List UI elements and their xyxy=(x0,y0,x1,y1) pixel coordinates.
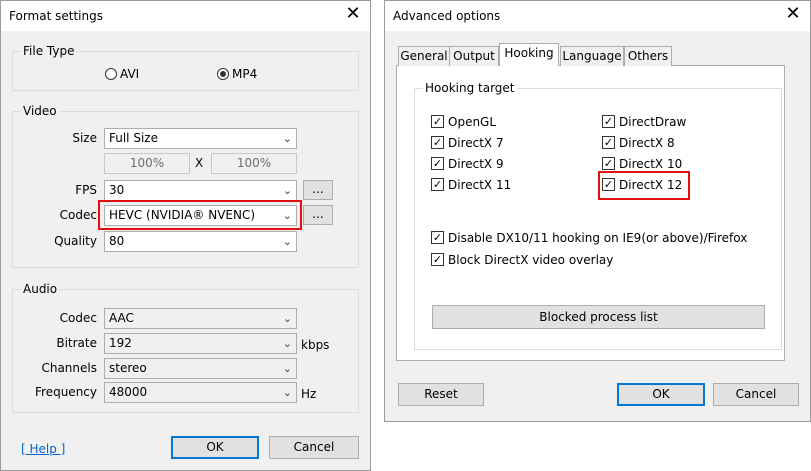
chevron-down-icon: ⌄ xyxy=(282,386,292,399)
avi-label: AVI xyxy=(120,67,140,81)
help-link[interactable]: [ Help ] xyxy=(21,442,65,456)
block-overlay-checkbox[interactable]: ✓ xyxy=(431,253,444,266)
fps-value: 30 xyxy=(109,183,125,197)
avi-radio[interactable] xyxy=(105,68,117,80)
chevron-down-icon: ⌄ xyxy=(282,337,292,350)
frequency-label: Frequency xyxy=(35,385,97,399)
channels-value: stereo xyxy=(109,361,147,375)
directx7-label: DirectX 7 xyxy=(448,136,504,150)
tab-output[interactable]: Output xyxy=(449,46,499,66)
tab-hooking[interactable]: Hooking xyxy=(499,43,559,66)
audio-codec-value: AAC xyxy=(109,311,134,325)
channels-select[interactable]: stereo ⌄ xyxy=(104,358,297,379)
directx8-label: DirectX 8 xyxy=(619,136,675,150)
window-title: Format settings xyxy=(9,9,103,23)
channels-label: Channels xyxy=(41,361,97,375)
fps-label: FPS xyxy=(75,183,97,197)
directx11-checkbox[interactable]: ✓ xyxy=(431,178,444,191)
bitrate-label: Bitrate xyxy=(56,336,97,350)
mp4-label: MP4 xyxy=(232,67,258,81)
tab-language[interactable]: Language xyxy=(560,46,624,66)
directx8-checkbox[interactable]: ✓ xyxy=(602,136,615,149)
width-percent-field: 100% xyxy=(104,153,190,174)
title-bar: Format settings ✕ xyxy=(1,1,370,31)
codec-more-button[interactable]: ... xyxy=(303,205,333,225)
frequency-value: 48000 xyxy=(109,385,148,399)
mp4-radio[interactable] xyxy=(217,68,229,80)
window-title: Advanced options xyxy=(393,9,501,23)
ok-button[interactable]: OK xyxy=(171,436,259,459)
directx10-label: DirectX 10 xyxy=(619,157,683,171)
directx10-checkbox[interactable]: ✓ xyxy=(602,157,615,170)
quality-value: 80 xyxy=(109,234,125,248)
blocked-process-list-button[interactable]: Blocked process list xyxy=(432,305,765,329)
directx9-checkbox[interactable]: ✓ xyxy=(431,157,444,170)
hooking-target-legend: Hooking target xyxy=(423,81,517,95)
video-legend: Video xyxy=(21,104,59,118)
tab-others[interactable]: Others xyxy=(624,46,672,66)
reset-button[interactable]: Reset xyxy=(398,383,484,406)
audio-group: Audio Codec AAC ⌄ Bitrate 192 ⌄ kbps Cha… xyxy=(12,282,359,413)
tab-general[interactable]: General xyxy=(398,46,450,66)
quality-label: Quality xyxy=(54,234,97,248)
directx9-label: DirectX 9 xyxy=(448,157,504,171)
chevron-down-icon: ⌄ xyxy=(282,132,292,145)
video-group: Video Size Full Size ⌄ 100% X 100% FPS 3… xyxy=(12,104,359,268)
directx12-highlight-box xyxy=(598,171,690,200)
chevron-down-icon: ⌄ xyxy=(282,312,292,325)
close-icon[interactable]: ✕ xyxy=(344,5,362,23)
size-value: Full Size xyxy=(109,131,158,145)
fps-select[interactable]: 30 ⌄ xyxy=(104,180,297,201)
directdraw-label: DirectDraw xyxy=(619,115,687,129)
opengl-checkbox[interactable]: ✓ xyxy=(431,115,444,128)
title-bar: Advanced options ✕ xyxy=(385,1,810,31)
directx11-label: DirectX 11 xyxy=(448,178,512,192)
codec-label: Codec xyxy=(59,208,97,222)
quality-select[interactable]: 80 ⌄ xyxy=(104,231,297,252)
advanced-options-window: Advanced options ✕ General Output Hookin… xyxy=(384,0,811,422)
bitrate-value: 192 xyxy=(109,336,132,350)
radio-dot xyxy=(220,71,226,77)
audio-codec-select[interactable]: AAC ⌄ xyxy=(104,308,297,329)
chevron-down-icon: ⌄ xyxy=(282,362,292,375)
ok-button[interactable]: OK xyxy=(617,383,705,406)
disable-dx-hooking-label: Disable DX10/11 hooking on IE9(or above)… xyxy=(448,231,748,245)
chevron-down-icon: ⌄ xyxy=(282,184,292,197)
codec-highlight-box xyxy=(98,200,302,230)
opengl-label: OpenGL xyxy=(448,115,497,129)
bitrate-select[interactable]: 192 ⌄ xyxy=(104,333,297,354)
audio-legend: Audio xyxy=(21,282,60,296)
bitrate-unit: kbps xyxy=(301,338,330,352)
cancel-button[interactable]: Cancel xyxy=(269,436,359,459)
close-icon[interactable]: ✕ xyxy=(784,5,802,23)
frequency-select[interactable]: 48000 ⌄ xyxy=(104,382,297,403)
frequency-unit: Hz xyxy=(301,387,317,401)
audio-codec-label: Codec xyxy=(59,311,97,325)
file-type-legend: File Type xyxy=(21,44,77,58)
block-overlay-label: Block DirectX video overlay xyxy=(448,253,614,267)
directx7-checkbox[interactable]: ✓ xyxy=(431,136,444,149)
cancel-button[interactable]: Cancel xyxy=(713,383,799,406)
fps-more-button[interactable]: ... xyxy=(303,180,333,200)
size-select[interactable]: Full Size ⌄ xyxy=(104,128,297,149)
directdraw-checkbox[interactable]: ✓ xyxy=(602,115,615,128)
file-type-group: File Type AVI MP4 xyxy=(12,44,359,91)
format-settings-window: Format settings ✕ File Type AVI MP4 Vide… xyxy=(0,0,371,471)
chevron-down-icon: ⌄ xyxy=(282,235,292,248)
size-label: Size xyxy=(72,131,97,145)
x-label: X xyxy=(195,156,204,170)
disable-dx-hooking-checkbox[interactable]: ✓ xyxy=(431,231,444,244)
height-percent-field: 100% xyxy=(211,153,297,174)
